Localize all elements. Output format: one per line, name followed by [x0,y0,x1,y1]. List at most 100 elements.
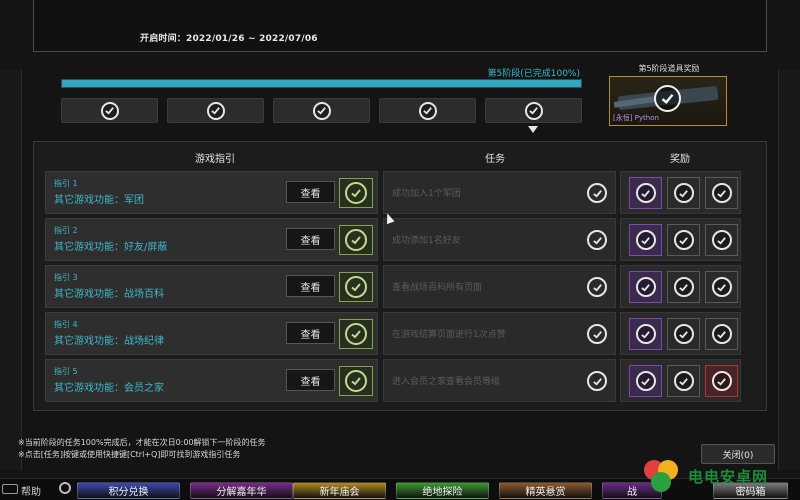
reward-item[interactable] [629,224,662,256]
reward-item[interactable] [629,271,662,303]
task-complete-check-icon [587,277,607,297]
left-window-edge [0,70,22,470]
guide-number: 指引 3 [54,273,78,282]
guide-number: 指引 2 [54,226,78,235]
guide-number: 指引 5 [54,367,78,376]
column-header-guide: 游戏指引 [195,154,235,165]
stage-step-button[interactable] [61,98,158,123]
guide-cell: 指引 1 其它游戏功能：军团 查看 [45,171,378,214]
reward-item[interactable] [705,271,738,303]
check-icon [673,183,694,203]
notes: ※当前阶段的任务100%完成后，才能在次日0:00解锁下一阶段的任务 ※点击[任… [18,437,266,461]
check-icon [673,324,694,344]
stage-reward-title: 第5阶段道具奖励 [638,64,700,73]
reward-item[interactable] [667,365,700,397]
open-time-text: 开启时间：2022/01/26 ~ 2022/07/06 [140,34,318,44]
selected-stage-arrow-icon [528,126,538,133]
guide-row: 指引 1 其它游戏功能：军团 查看 成功加入1个军团 [45,171,741,214]
stage-reward-item-name: [永恒] Python [613,114,659,122]
guide-row: 指引 5 其它游戏功能：会员之家 查看 进入会员之家查看会员等级 [45,359,741,402]
bottom-bar-button[interactable]: 新年庙会 [293,482,386,499]
reward-cell [620,218,741,261]
check-icon [635,230,656,250]
bottom-bar-button[interactable]: 分解嘉年华 [190,482,293,499]
reward-item[interactable] [705,318,738,350]
stage-step-button[interactable] [485,98,582,123]
view-button[interactable]: 查看 [286,228,335,250]
task-complete-check-icon [587,371,607,391]
stage-step-button[interactable] [379,98,476,123]
watermark-text: 电电安卓网 [688,468,769,486]
reward-item[interactable] [667,318,700,350]
view-button[interactable]: 查看 [286,181,335,203]
reward-cell [620,359,741,402]
check-icon [345,182,367,204]
check-icon [711,324,732,344]
task-cell[interactable]: 在游戏结算页面进行1次点赞 [383,312,616,355]
claimed-check-icon [654,85,681,112]
column-header-reward: 奖励 [670,154,690,165]
task-text: 进入会员之家查看会员等级 [392,377,501,387]
stage-step-button[interactable] [273,98,370,123]
task-text: 查看战场百科所有页面 [392,283,483,293]
reward-item[interactable] [667,224,700,256]
task-complete-check-icon [587,183,607,203]
reward-item[interactable] [629,318,662,350]
search-icon[interactable] [59,482,71,494]
guide-cell: 指引 2 其它游戏功能：好友/屏蔽 查看 [45,218,378,261]
task-cell[interactable]: 成功加入1个军团 [383,171,616,214]
right-window-edge [778,70,800,470]
guide-row: 指引 3 其它游戏功能：战场百科 查看 查看战场百科所有页面 [45,265,741,308]
guide-title: 其它游戏功能：军团 [54,195,144,206]
reward-item[interactable] [705,224,738,256]
check-icon [711,230,732,250]
check-icon [635,277,656,297]
task-text: 成功添加1名好友 [392,236,461,246]
note-line: ※当前阶段的任务100%完成后，才能在次日0:00解锁下一阶段的任务 [18,438,266,447]
bottom-bar-button[interactable]: 积分兑换 [77,482,180,499]
view-button[interactable]: 查看 [286,275,335,297]
stage-progress-label: 第5阶段(已完成100%) [487,69,580,79]
reward-cell [620,265,741,308]
bottom-bar-button[interactable]: 绝地探险 [396,482,489,499]
check-icon [711,371,732,391]
check-icon [524,101,543,120]
guide-number: 指引 1 [54,179,78,188]
check-icon [312,101,331,120]
stage-step-button[interactable] [167,98,264,123]
task-complete-check-icon [587,324,607,344]
check-icon [673,230,694,250]
bottom-bar-button[interactable]: 精英悬赏 [499,482,592,499]
reward-item[interactable] [667,271,700,303]
guide-thumbnail [339,272,373,302]
task-cell[interactable]: 进入会员之家查看会员等级 [383,359,616,402]
note-line: ※点击[任务]按键或使用快捷键[Ctrl+Q]即可找到游戏指引任务 [18,450,241,459]
task-cell[interactable]: 查看战场百科所有页面 [383,265,616,308]
help-button[interactable]: 帮助 [21,483,41,498]
guide-cell: 指引 4 其它游戏功能：战场纪律 查看 [45,312,378,355]
stage-reward-panel: 第5阶段道具奖励 [永恒] Python [609,62,729,128]
check-icon [711,183,732,203]
reward-item[interactable] [705,177,738,209]
reward-item[interactable] [629,177,662,209]
check-icon [345,323,367,345]
check-icon [673,277,694,297]
reward-item[interactable] [629,365,662,397]
stage-progress-fill [62,80,581,87]
watermark: 电电安卓网 [628,452,778,500]
view-button[interactable]: 查看 [286,322,335,344]
reward-item[interactable] [705,365,738,397]
column-header-task: 任务 [485,154,505,165]
check-icon [206,101,225,120]
guide-thumbnail [339,366,373,396]
task-text: 成功加入1个军团 [392,189,461,199]
guide-title: 其它游戏功能：战场纪律 [54,336,164,347]
check-icon [635,183,656,203]
reward-item[interactable] [667,177,700,209]
task-text: 在游戏结算页面进行1次点赞 [392,330,506,340]
stage-reward-item[interactable]: [永恒] Python [609,76,727,126]
view-button[interactable]: 查看 [286,369,335,391]
guide-row: 指引 2 其它游戏功能：好友/屏蔽 查看 成功添加1名好友 [45,218,741,261]
task-cell[interactable]: 成功添加1名好友 [383,218,616,261]
clover-logo-icon [644,460,678,492]
